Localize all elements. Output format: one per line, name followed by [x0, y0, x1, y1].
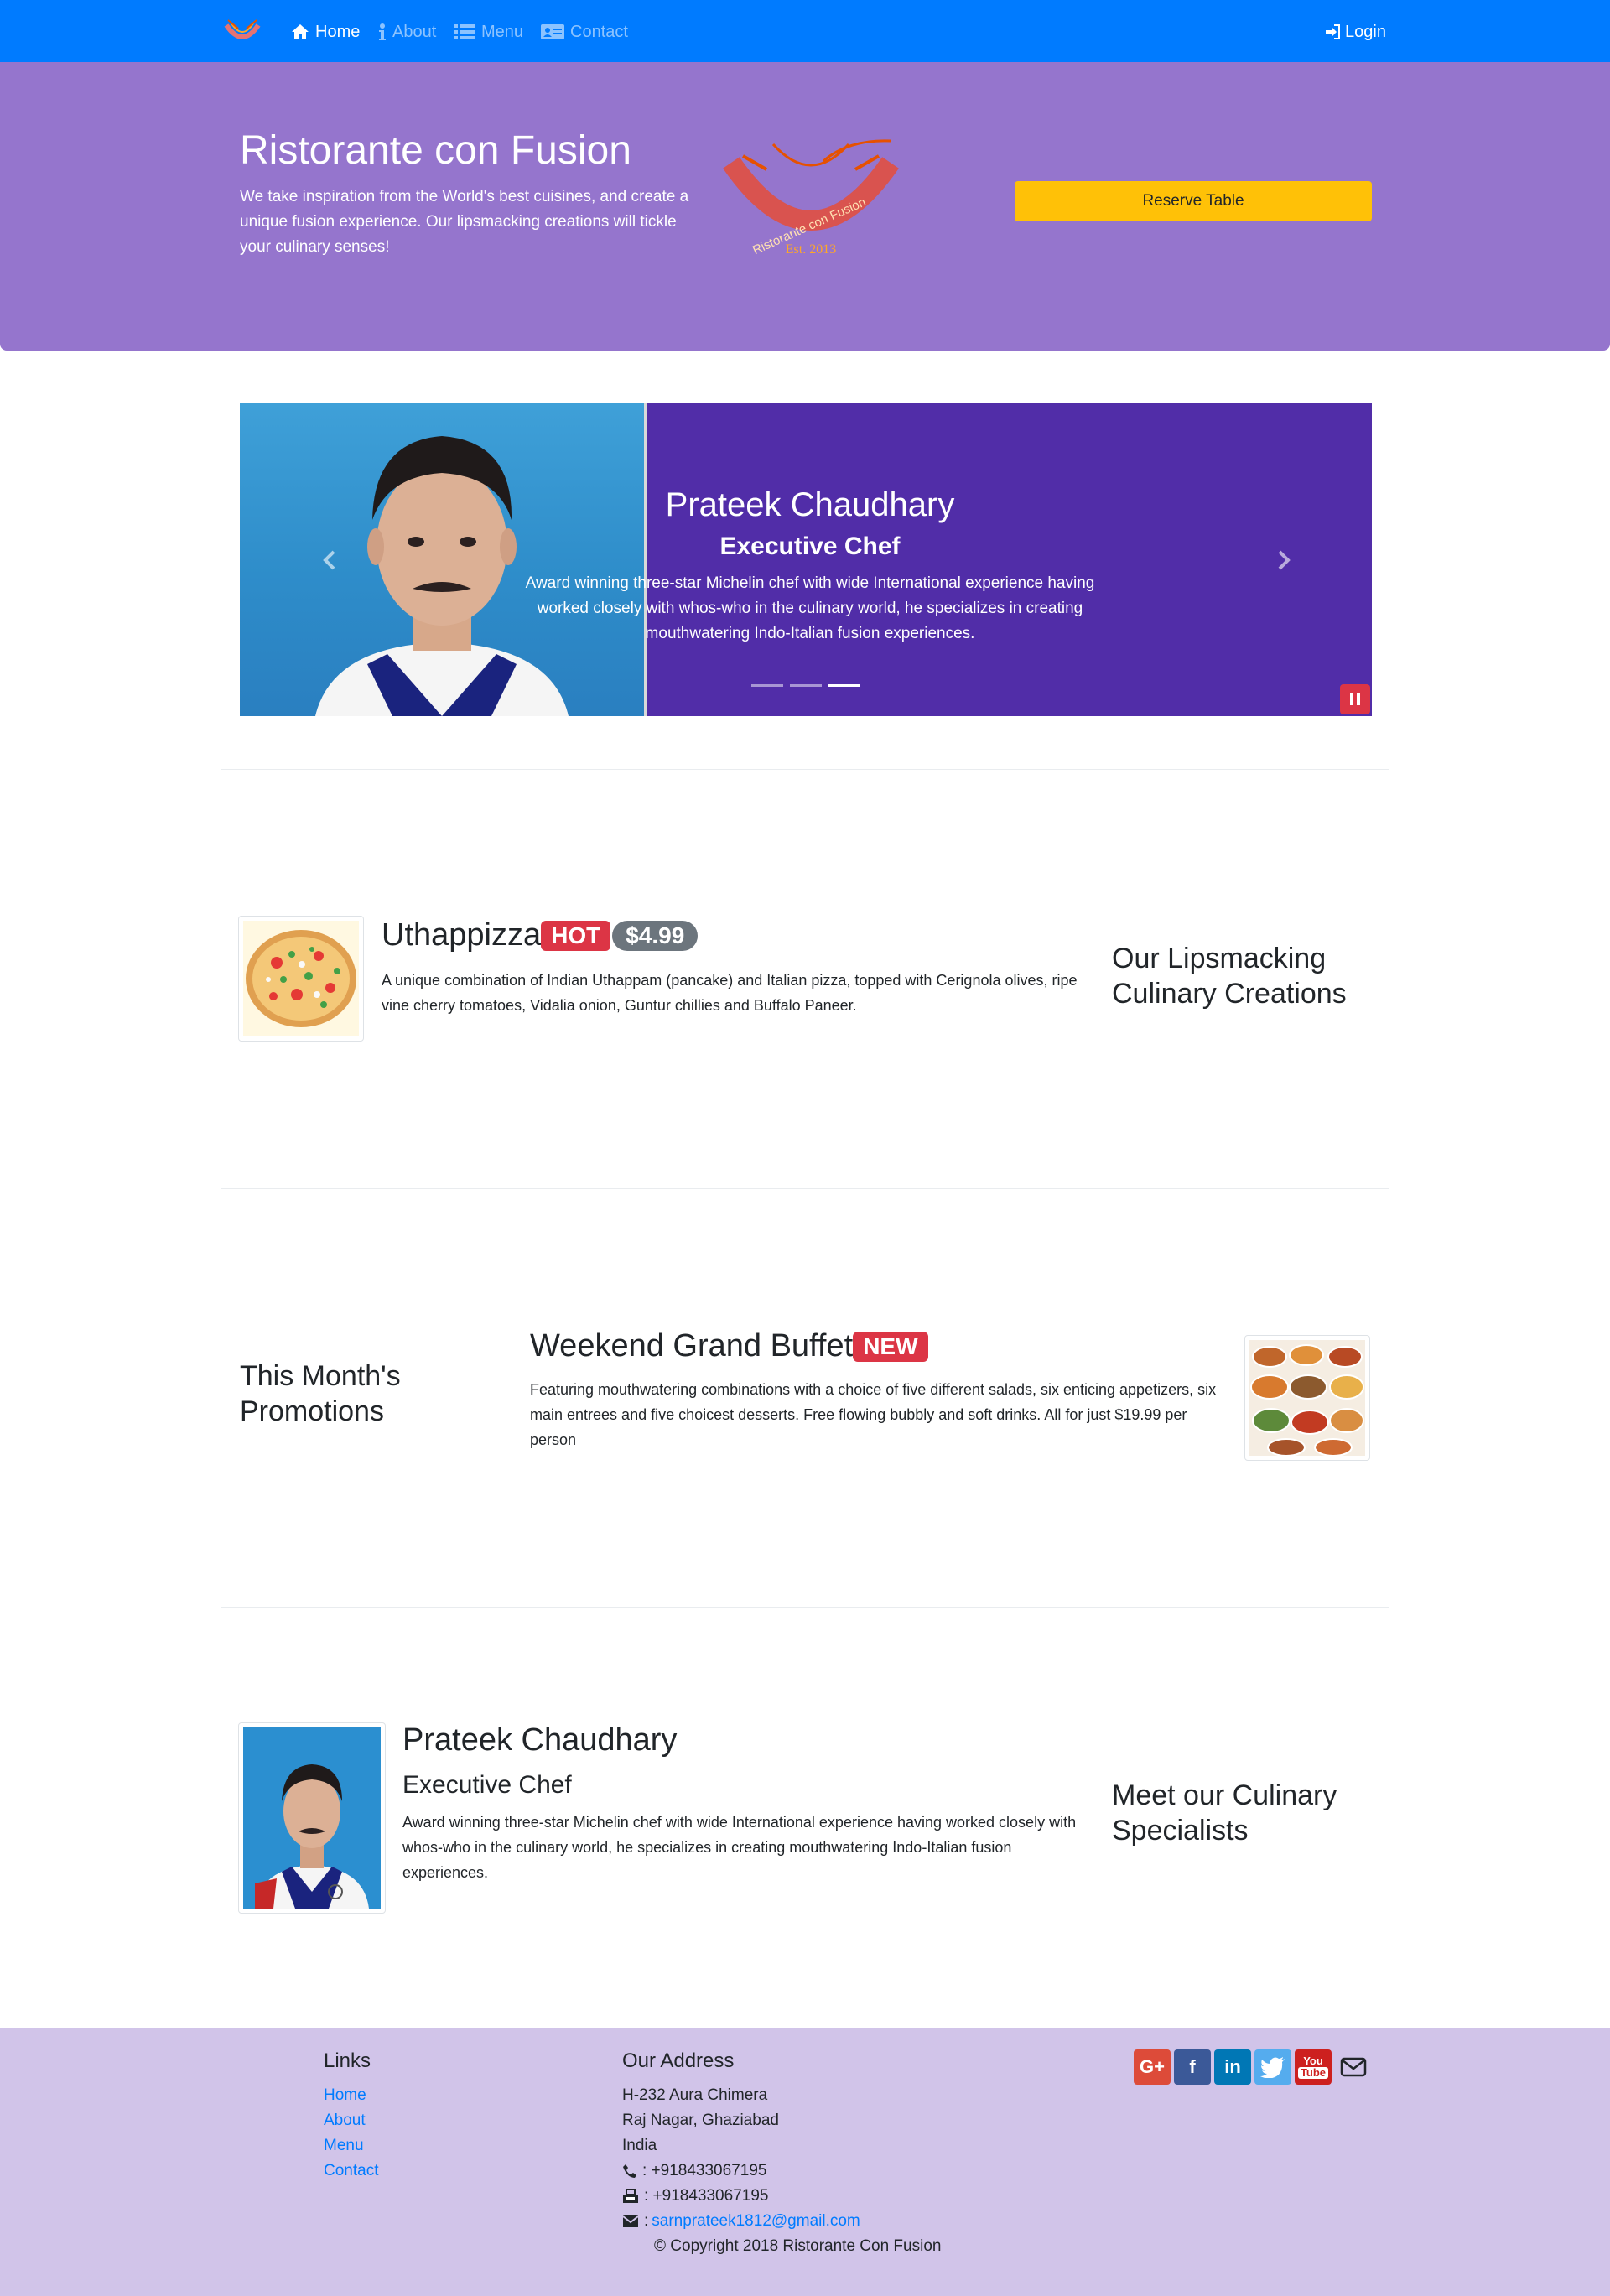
- nav-contact-label: Contact: [570, 22, 628, 41]
- jumbotron: Ristorante con Fusion We take inspiratio…: [0, 62, 1610, 351]
- footer-link-menu[interactable]: Menu: [324, 2137, 364, 2155]
- promotions-side-heading-line-1: This Month's: [240, 1360, 401, 1392]
- leaders-side-heading: Meet our Culinary Specialists: [1112, 1778, 1337, 1848]
- buffet-image: [1249, 1340, 1365, 1457]
- dishes-side-heading: Our Lipsmacking Culinary Creations: [1112, 941, 1347, 1011]
- carousel-caption: Prateek Chaudhary Executive Chef Award w…: [508, 486, 1112, 647]
- google-plus-icon[interactable]: G+: [1134, 2049, 1171, 2085]
- phone-number: : +918433067195: [642, 2162, 767, 2179]
- login-link[interactable]: Login: [1325, 18, 1386, 45]
- section-divider: [221, 1607, 1389, 1608]
- leader-description: Award winning three-star Michelin chef w…: [402, 1814, 1077, 1881]
- carousel: Prateek Chaudhary Executive Chef Award w…: [240, 403, 1372, 716]
- promotion-description: Featuring mouthwatering combinations wit…: [530, 1381, 1217, 1448]
- leaders-side-heading-line-2: Specialists: [1112, 1815, 1249, 1847]
- leaders-side-heading-line-1: Meet our Culinary: [1112, 1779, 1337, 1811]
- envelope-icon: [622, 2215, 639, 2227]
- dish-thumbnail: [238, 916, 364, 1042]
- info-icon: [379, 23, 386, 40]
- address-line-1: H-232 Aura Chimera: [622, 2086, 768, 2104]
- carousel-chef-role: Executive Chef: [719, 532, 901, 560]
- uthappizza-image: [243, 921, 359, 1036]
- address-line-2: Raj Nagar, Ghaziabad: [622, 2112, 779, 2129]
- section-divider: [221, 1188, 1389, 1189]
- phone-icon: [623, 2164, 636, 2178]
- restaurant-logo: Ristorante con Fusion Est. 2013: [723, 139, 899, 257]
- dishes-side-heading-line-2: Culinary Creations: [1112, 978, 1347, 1010]
- nav-menu-label: Menu: [481, 22, 524, 41]
- leader-role: Executive Chef: [402, 1771, 572, 1799]
- mail-icon[interactable]: [1335, 2049, 1372, 2085]
- carousel-indicators: [751, 684, 860, 687]
- logo-est: Est. 2013: [786, 242, 836, 257]
- carousel-chef-description: Award winning three-star Michelin chef w…: [525, 574, 1095, 642]
- login-label: Login: [1345, 22, 1386, 41]
- carousel-pause-button[interactable]: [1340, 684, 1370, 714]
- list-icon: [454, 24, 475, 39]
- footer-link-contact[interactable]: Contact: [324, 2162, 378, 2180]
- dish-name: Uthappizza: [382, 917, 542, 953]
- section-divider: [221, 769, 1389, 770]
- jumbotron-text: We take inspiration from the World's bes…: [240, 188, 689, 256]
- copyright: © Copyright 2018 Ristorante Con Fusion: [654, 2237, 942, 2255]
- address-card-icon: [541, 24, 564, 39]
- nav-home-label: Home: [315, 22, 361, 41]
- dishes-side-heading-line-1: Our Lipsmacking: [1112, 943, 1327, 974]
- youtube-label-bottom: Tube: [1297, 2067, 1329, 2079]
- carousel-indicator-1[interactable]: [751, 684, 783, 687]
- navbar: Home About Menu Contact Login: [0, 0, 1610, 62]
- nav-contact[interactable]: Contact: [540, 18, 628, 45]
- pause-icon: [1350, 693, 1360, 705]
- google-plus-label: G+: [1140, 2056, 1165, 2077]
- fax-number: : +918433067195: [644, 2187, 769, 2205]
- promotion-thumbnail: [1244, 1335, 1370, 1461]
- brand-logo-icon[interactable]: [221, 15, 263, 49]
- leader-thumbnail: [238, 1722, 386, 1914]
- phone-line: : +918433067195: [622, 2162, 766, 2180]
- dish-description: A unique combination of Indian Uthappam …: [382, 972, 1078, 1014]
- email-line: : sarnprateek1812@gmail.com: [622, 2212, 860, 2231]
- fax-line: : +918433067195: [622, 2187, 768, 2205]
- nav-about[interactable]: About: [377, 18, 436, 45]
- youtube-label-top: You: [1303, 2054, 1323, 2067]
- fax-icon: [623, 2189, 638, 2203]
- promotion-title: Weekend Grand Buffet NEW: [530, 1328, 928, 1364]
- linkedin-label: in: [1224, 2056, 1241, 2077]
- home-icon: [292, 24, 309, 39]
- carousel-chef-name: Prateek Chaudhary: [665, 486, 955, 523]
- leader-photo: [243, 1727, 381, 1909]
- nav-home[interactable]: Home: [290, 18, 360, 45]
- youtube-icon[interactable]: You Tube: [1295, 2049, 1332, 2085]
- nav-about-label: About: [392, 22, 437, 41]
- footer-link-about[interactable]: About: [324, 2112, 366, 2130]
- promotion-name: Weekend Grand Buffet: [530, 1328, 854, 1364]
- footer-link-home[interactable]: Home: [324, 2086, 366, 2105]
- footer-address-heading: Our Address: [622, 2049, 735, 2072]
- sign-in-icon: [1326, 24, 1340, 39]
- carousel-indicator-2[interactable]: [790, 684, 822, 687]
- dish-title: Uthappizza HOT $4.99: [382, 917, 699, 953]
- new-badge: NEW: [853, 1331, 928, 1362]
- hot-badge: HOT: [541, 920, 611, 951]
- nav-menu[interactable]: Menu: [453, 18, 523, 45]
- leader-name: Prateek Chaudhary: [402, 1722, 678, 1758]
- carousel-prev-icon[interactable]: [314, 543, 347, 577]
- promotions-side-heading-line-2: Promotions: [240, 1395, 384, 1427]
- address-line-3: India: [622, 2137, 657, 2154]
- reserve-table-button[interactable]: Reserve Table: [1015, 181, 1372, 221]
- footer-links-heading: Links: [324, 2049, 371, 2072]
- carousel-next-icon[interactable]: [1266, 543, 1300, 577]
- facebook-icon[interactable]: f: [1174, 2049, 1211, 2085]
- facebook-label: f: [1189, 2056, 1196, 2077]
- promotions-side-heading: This Month's Promotions: [240, 1358, 401, 1429]
- twitter-icon[interactable]: [1254, 2049, 1291, 2085]
- carousel-indicator-3[interactable]: [828, 684, 860, 687]
- jumbotron-title: Ristorante con Fusion: [240, 128, 631, 173]
- linkedin-icon[interactable]: in: [1214, 2049, 1251, 2085]
- email-prefix: :: [644, 2212, 649, 2230]
- email-link[interactable]: sarnprateek1812@gmail.com: [652, 2212, 860, 2231]
- price-badge: $4.99: [612, 920, 699, 951]
